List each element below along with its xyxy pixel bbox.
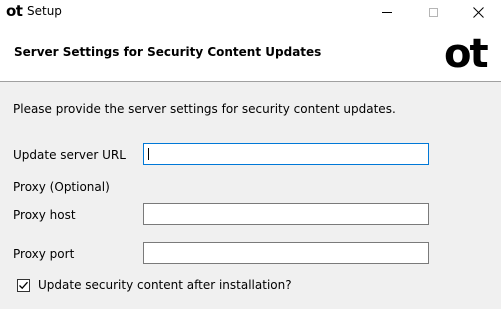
title-bar: ot Setup (0, 0, 501, 24)
window-title: Setup (27, 4, 62, 18)
update-server-url-input[interactable] (144, 145, 428, 165)
app-logo-icon: ot (6, 2, 23, 20)
checkmark-icon (19, 281, 28, 289)
wizard-header: Server Settings for Security Content Upd… (0, 24, 501, 82)
update-after-install-checkbox[interactable] (17, 278, 30, 292)
minimize-button[interactable] (364, 0, 410, 24)
close-button[interactable] (455, 0, 501, 24)
page-title: Server Settings for Security Content Upd… (14, 45, 322, 59)
proxy-port-input[interactable] (144, 244, 428, 264)
brand-logo: ot (444, 31, 489, 77)
maximize-button[interactable] (410, 0, 456, 24)
proxy-section-label: Proxy (Optional) (13, 180, 110, 194)
update-server-url-field[interactable] (143, 143, 429, 165)
proxy-host-input[interactable] (144, 205, 428, 225)
minimize-icon (382, 12, 392, 13)
proxy-port-label: Proxy port (13, 247, 75, 261)
text-caret (148, 148, 149, 160)
update-after-install-label: Update security content after installati… (38, 278, 292, 292)
update-after-install-option[interactable]: Update security content after installati… (17, 277, 292, 293)
proxy-port-field[interactable] (143, 242, 429, 264)
intro-text: Please provide the server settings for s… (13, 102, 396, 116)
maximize-icon (428, 7, 438, 17)
update-server-url-label: Update server URL (13, 148, 126, 162)
proxy-host-field[interactable] (143, 203, 429, 225)
proxy-host-label: Proxy host (13, 208, 76, 222)
close-icon (472, 6, 484, 18)
